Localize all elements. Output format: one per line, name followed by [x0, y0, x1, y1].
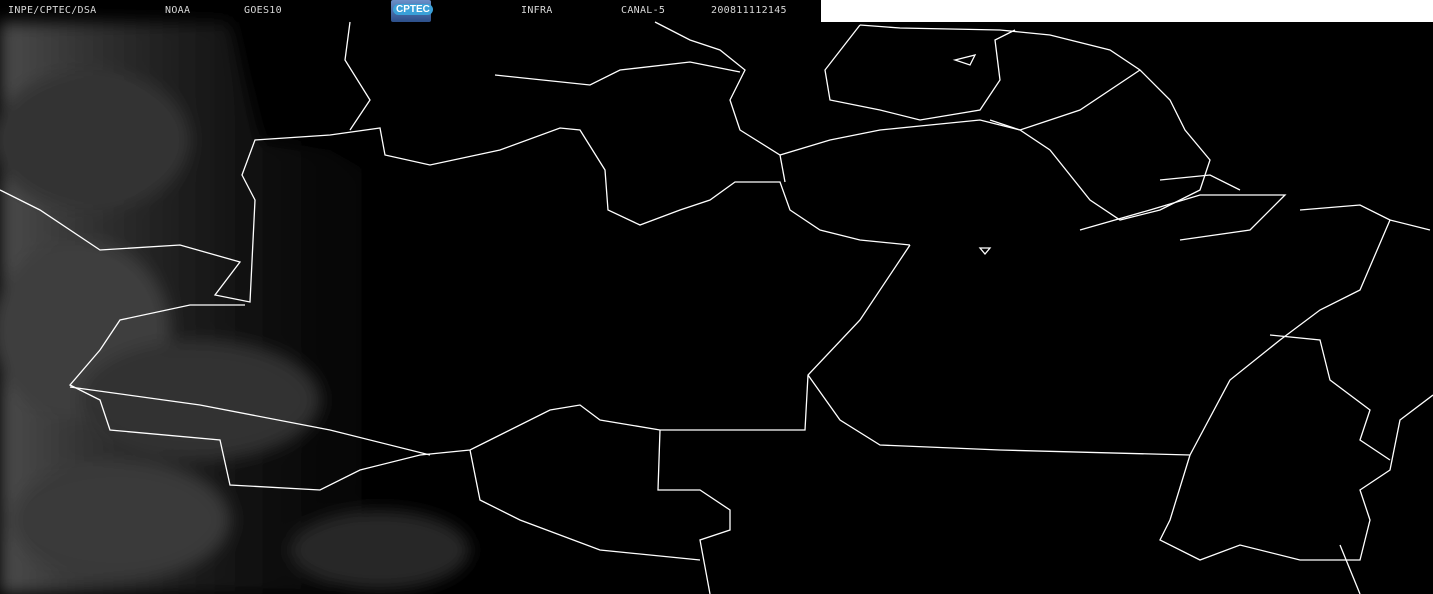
source-label: INPE/CPTEC/DSA	[8, 5, 97, 16]
cptec-logo: CPTEC	[391, 0, 433, 22]
agency-label: NOAA	[165, 5, 191, 16]
band-label: INFRA	[521, 5, 553, 16]
satellite-image-viewer: INPE/CPTEC/DSA NOAA GOES10 CPTEC INFRA C…	[0, 0, 1433, 594]
channel-label: CANAL-5	[621, 5, 666, 16]
cloud-cover	[0, 22, 480, 594]
header-blank-area	[821, 0, 1433, 22]
satellite-map	[0, 21, 1433, 594]
satellite-label: GOES10	[244, 5, 282, 16]
timestamp-label: 200811112145	[711, 5, 787, 16]
logo-text: CPTEC	[393, 4, 433, 15]
